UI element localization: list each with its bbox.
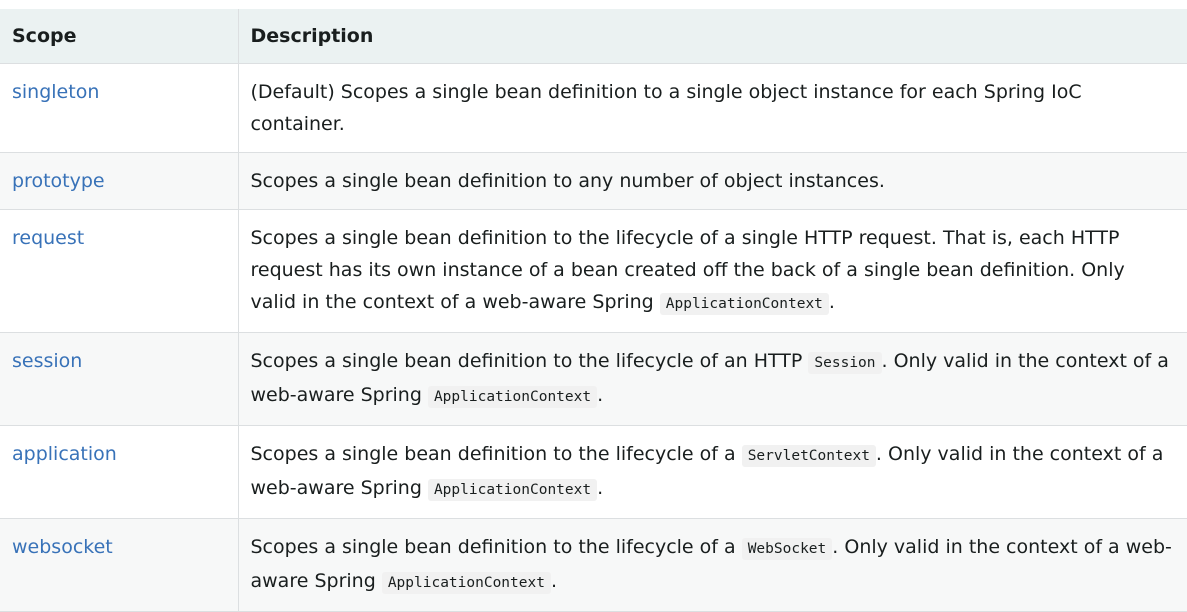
- description-text-end: .: [828, 291, 835, 313]
- scope-cell: websocket: [0, 518, 238, 612]
- code-session: Session: [808, 352, 882, 374]
- scope-cell: session: [0, 332, 238, 426]
- description-text-end: .: [597, 384, 604, 406]
- scope-table-container: Scope Description singleton (Default) Sc…: [0, 0, 1187, 612]
- code-application-context: ApplicationContext: [381, 572, 551, 594]
- description-cell: Scopes a single bean definition to the l…: [237, 518, 1187, 612]
- table-header-row: Scope Description: [0, 9, 1187, 64]
- scope-cell: prototype: [0, 152, 238, 210]
- table-row: prototype Scopes a single bean definitio…: [0, 152, 1187, 210]
- scope-link-application[interactable]: application: [12, 443, 117, 465]
- description-text-end: .: [597, 477, 604, 499]
- bean-scopes-table: Scope Description singleton (Default) Sc…: [0, 9, 1187, 612]
- table-row: singleton (Default) Scopes a single bean…: [0, 63, 1187, 153]
- description-text: Scopes a single bean definition to the l…: [250, 536, 742, 558]
- description-text: Scopes a single bean definition to any n…: [250, 170, 885, 192]
- scope-link-session[interactable]: session: [12, 350, 82, 372]
- table-row: session Scopes a single bean definition …: [0, 332, 1187, 426]
- scope-cell: singleton: [0, 63, 238, 153]
- code-application-context: ApplicationContext: [427, 386, 598, 408]
- description-text: Scopes a single bean definition to the l…: [250, 443, 742, 465]
- scope-link-request[interactable]: request: [12, 227, 84, 249]
- code-application-context: ApplicationContext: [659, 293, 829, 315]
- scope-cell: request: [0, 209, 238, 333]
- table-row: websocket Scopes a single bean definitio…: [0, 518, 1187, 612]
- scope-cell: application: [0, 425, 238, 519]
- description-text: Scopes a single bean definition to the l…: [250, 350, 809, 372]
- column-header-scope: Scope: [0, 9, 238, 64]
- scope-link-websocket[interactable]: websocket: [12, 536, 113, 558]
- scope-link-prototype[interactable]: prototype: [12, 170, 105, 192]
- column-header-description: Description: [237, 9, 1187, 64]
- description-text-end: .: [550, 570, 557, 592]
- description-cell: Scopes a single bean definition to the l…: [237, 209, 1187, 333]
- description-text: (Default) Scopes a single bean definitio…: [250, 81, 1082, 135]
- table-row: request Scopes a single bean definition …: [0, 209, 1187, 333]
- description-cell: Scopes a single bean definition to the l…: [237, 332, 1187, 426]
- description-cell: Scopes a single bean definition to the l…: [237, 425, 1187, 519]
- scope-link-singleton[interactable]: singleton: [12, 81, 99, 103]
- code-servlet-context: ServletContext: [741, 445, 876, 467]
- table-row: application Scopes a single bean definit…: [0, 425, 1187, 519]
- description-cell: (Default) Scopes a single bean definitio…: [237, 63, 1187, 153]
- description-cell: Scopes a single bean definition to any n…: [237, 152, 1187, 210]
- code-websocket: WebSocket: [741, 538, 833, 560]
- code-application-context: ApplicationContext: [427, 479, 598, 501]
